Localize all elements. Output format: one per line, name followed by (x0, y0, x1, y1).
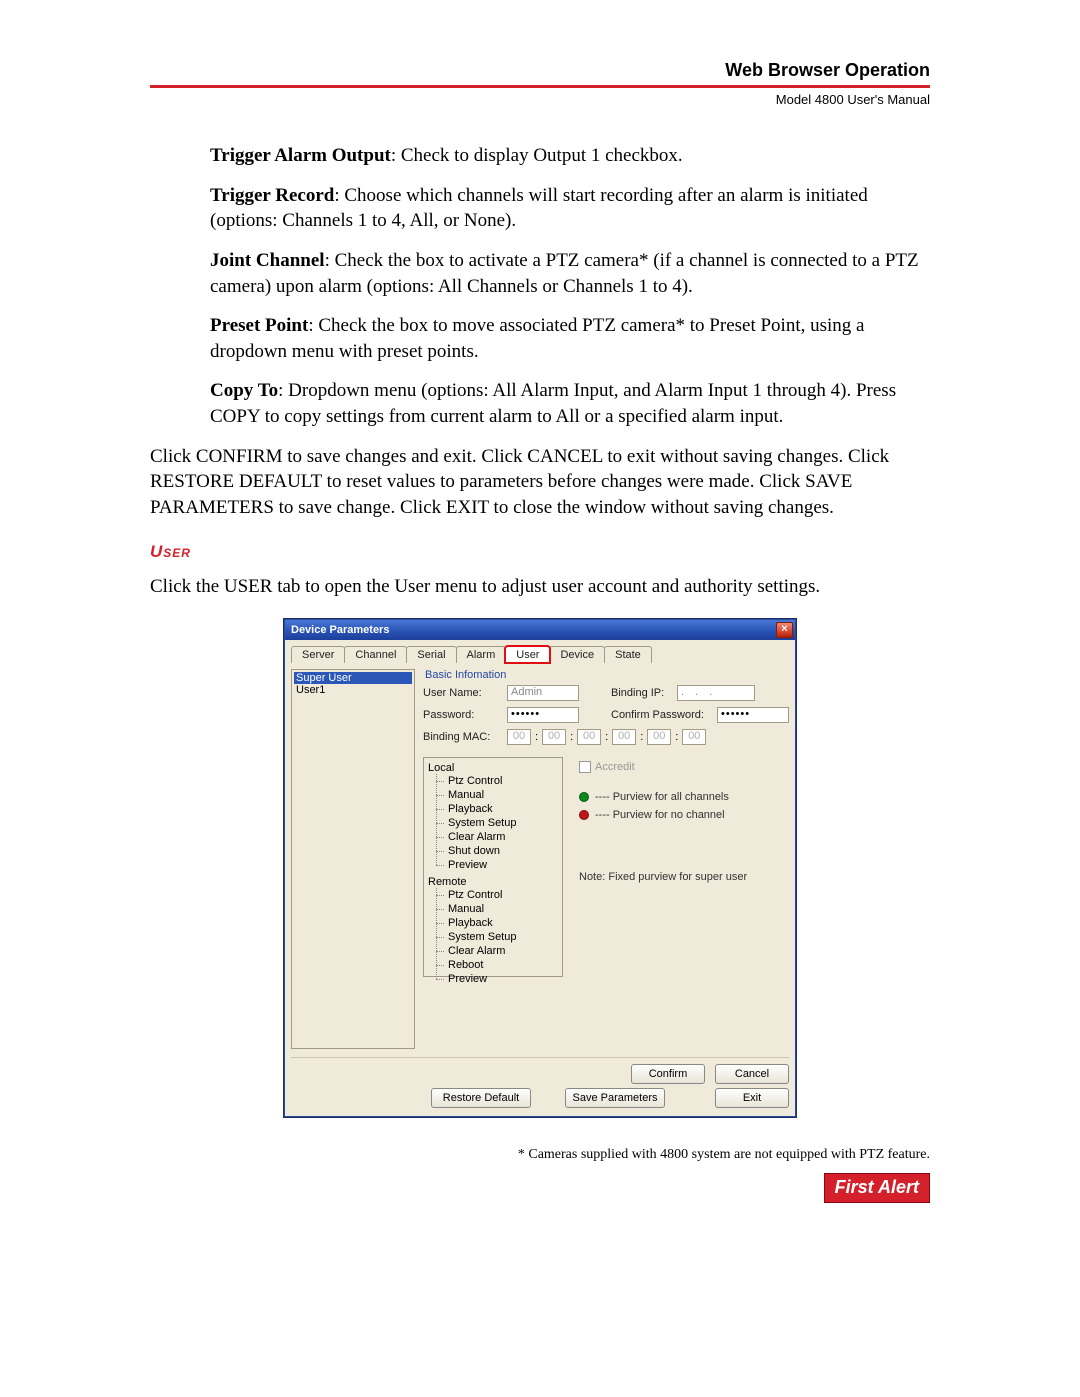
tree-item[interactable]: Reboot (436, 958, 558, 972)
save-parameters-button[interactable]: Save Parameters (565, 1088, 665, 1108)
para-trigger-alarm: Trigger Alarm Output: Check to display O… (210, 143, 930, 169)
page-header-subtitle: Model 4800 User's Manual (150, 92, 930, 107)
tree-item[interactable]: System Setup (436, 930, 558, 944)
tab-channel[interactable]: Channel (344, 646, 407, 663)
text-preset-point: : Check the box to move associated PTZ c… (210, 315, 864, 362)
label-binding-ip: Binding IP: (611, 687, 671, 699)
tree-item[interactable]: Preview (436, 858, 558, 872)
tree-item[interactable]: Preview (436, 972, 558, 986)
tab-alarm[interactable]: Alarm (456, 646, 507, 663)
tab-user[interactable]: User (505, 646, 550, 663)
dialog-titlebar[interactable]: Device Parameters × (285, 620, 795, 640)
purview-none-text: ---- Purview for no channel (595, 809, 725, 821)
user-list-item-user1[interactable]: User1 (294, 684, 412, 696)
device-parameters-dialog: Device Parameters × Server Channel Seria… (284, 619, 796, 1117)
label-copy-to: Copy To (210, 380, 278, 401)
label-trigger-record: Trigger Record (210, 185, 334, 206)
mac-field-1[interactable]: 00 (542, 729, 566, 745)
tab-state[interactable]: State (604, 646, 652, 663)
label-confirm-password: Confirm Password: (611, 709, 711, 721)
mac-field-2[interactable]: 00 (577, 729, 601, 745)
tree-item[interactable]: Manual (436, 902, 558, 916)
para-confirm-instructions: Click CONFIRM to save changes and exit. … (150, 444, 930, 521)
purview-all-line: ---- Purview for all channels (579, 791, 789, 803)
permission-tree[interactable]: Local Ptz Control Manual Playback System… (423, 757, 563, 977)
tree-remote-label: Remote (428, 876, 558, 888)
label-joint-channel: Joint Channel (210, 250, 325, 271)
label-trigger-alarm: Trigger Alarm Output (210, 145, 391, 166)
section-heading-user: User (150, 541, 930, 564)
tab-server[interactable]: Server (291, 646, 345, 663)
footnote: * Cameras supplied with 4800 system are … (150, 1147, 930, 1163)
close-icon[interactable]: × (776, 622, 793, 638)
confirm-button[interactable]: Confirm (631, 1064, 705, 1084)
para-preset-point: Preset Point: Check the box to move asso… (210, 313, 930, 364)
binding-mac-fields: 00: 00: 00: 00: 00: 00 (507, 729, 706, 745)
tab-strip: Server Channel Serial Alarm User Device … (291, 646, 789, 663)
binding-ip-field[interactable]: . . . (677, 685, 755, 701)
page-header-title: Web Browser Operation (150, 60, 930, 81)
tree-item[interactable]: Clear Alarm (436, 944, 558, 958)
text-trigger-alarm: : Check to display Output 1 checkbox. (391, 145, 683, 166)
first-alert-logo: First Alert (824, 1173, 930, 1203)
mac-sep: : (570, 731, 573, 743)
dialog-title: Device Parameters (291, 624, 389, 636)
tree-item[interactable]: Ptz Control (436, 774, 558, 788)
password-field[interactable]: •••••• (507, 707, 579, 723)
accredit-checkbox[interactable] (579, 761, 591, 773)
confirm-password-field[interactable]: •••••• (717, 707, 789, 723)
group-basic-info: Basic Infomation (425, 669, 789, 681)
tree-local-label: Local (428, 762, 558, 774)
tree-item[interactable]: Manual (436, 788, 558, 802)
mac-sep: : (675, 731, 678, 743)
cancel-button[interactable]: Cancel (715, 1064, 789, 1084)
para-copy-to: Copy To: Dropdown menu (options: All Ala… (210, 378, 930, 429)
para-joint-channel: Joint Channel: Check the box to activate… (210, 248, 930, 299)
tab-device[interactable]: Device (549, 646, 605, 663)
label-preset-point: Preset Point (210, 315, 308, 336)
label-username: User Name: (423, 687, 501, 699)
label-password: Password: (423, 709, 501, 721)
para-trigger-record: Trigger Record: Choose which channels wi… (210, 183, 930, 234)
exit-button[interactable]: Exit (715, 1088, 789, 1108)
purview-none-line: ---- Purview for no channel (579, 809, 789, 821)
mac-field-5[interactable]: 00 (682, 729, 706, 745)
tree-item[interactable]: Ptz Control (436, 888, 558, 902)
mac-sep: : (640, 731, 643, 743)
mac-field-3[interactable]: 00 (612, 729, 636, 745)
tree-item[interactable]: System Setup (436, 816, 558, 830)
mac-field-4[interactable]: 00 (647, 729, 671, 745)
restore-default-button[interactable]: Restore Default (431, 1088, 531, 1108)
tree-item[interactable]: Shut down (436, 844, 558, 858)
username-field[interactable]: Admin (507, 685, 579, 701)
dot-red-icon (579, 810, 589, 820)
mac-sep: : (535, 731, 538, 743)
mac-field-0[interactable]: 00 (507, 729, 531, 745)
purview-note: Note: Fixed purview for super user (579, 871, 789, 883)
header-rule (150, 85, 930, 88)
tree-item[interactable]: Playback (436, 802, 558, 816)
label-binding-mac: Binding MAC: (423, 731, 501, 743)
tree-item[interactable]: Playback (436, 916, 558, 930)
accredit-label: Accredit (595, 761, 635, 773)
accredit-row: Accredit (579, 761, 789, 773)
dot-green-icon (579, 792, 589, 802)
tree-item[interactable]: Clear Alarm (436, 830, 558, 844)
mac-sep: : (605, 731, 608, 743)
para-user-intro: Click the USER tab to open the User menu… (150, 574, 930, 600)
user-list[interactable]: Super User User1 (291, 669, 415, 1049)
tab-serial[interactable]: Serial (406, 646, 456, 663)
purview-all-text: ---- Purview for all channels (595, 791, 729, 803)
text-copy-to: : Dropdown menu (options: All Alarm Inpu… (210, 380, 896, 427)
user-list-item-superuser[interactable]: Super User (294, 672, 412, 684)
